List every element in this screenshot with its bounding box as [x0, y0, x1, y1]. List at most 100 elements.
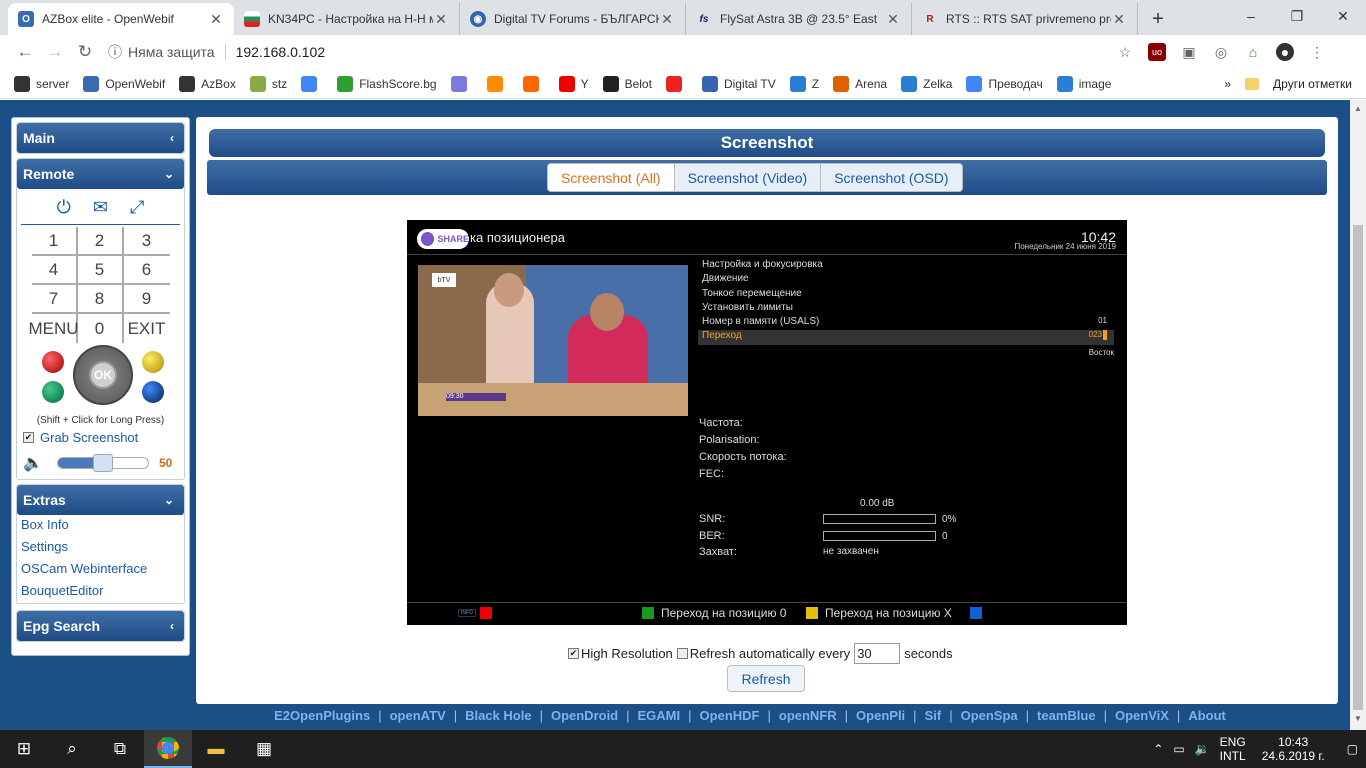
- refresh-button[interactable]: Refresh: [727, 665, 805, 692]
- language-indicator[interactable]: ENG INTL: [1220, 735, 1246, 763]
- scrollbar-thumb[interactable]: [1353, 225, 1363, 710]
- info-icon[interactable]: ⓘ: [108, 42, 122, 62]
- url-text[interactable]: 192.168.0.102: [236, 44, 326, 60]
- bookmark-item[interactable]: FlashScore.bg: [337, 75, 437, 92]
- key-4[interactable]: 4: [31, 256, 78, 285]
- extras-oscam-link[interactable]: OSCam Webinterface: [17, 559, 184, 581]
- bookmark-item[interactable]: Z: [789, 75, 819, 92]
- extras-settings-link[interactable]: Settings: [17, 537, 184, 559]
- extras-box-info-link[interactable]: Box Info: [17, 515, 184, 537]
- key-menu[interactable]: MENU: [28, 314, 79, 343]
- task-view-icon[interactable]: ⧉: [96, 730, 144, 768]
- footer-link[interactable]: OpenSpa: [961, 708, 1018, 723]
- epg-panel-header[interactable]: Epg Search ‹: [17, 611, 184, 641]
- bookmark-item[interactable]: Belot: [602, 75, 652, 92]
- bookmark-item[interactable]: [450, 75, 473, 92]
- forward-arrow-icon[interactable]: →: [40, 37, 70, 67]
- footer-link[interactable]: Sif: [925, 708, 942, 723]
- extension-circle-icon[interactable]: ◎: [1212, 43, 1230, 61]
- search-icon[interactable]: ⌕: [48, 730, 96, 768]
- footer-link[interactable]: teamBlue: [1037, 708, 1096, 723]
- ok-button[interactable]: OK: [89, 361, 117, 389]
- key-exit[interactable]: EXIT: [124, 314, 170, 343]
- bookmark-item[interactable]: OpenWebif: [83, 75, 165, 92]
- power-icon[interactable]: ⏻: [57, 197, 71, 218]
- notifications-icon[interactable]: ▢: [1347, 742, 1358, 756]
- taskbar-clock[interactable]: 10:43 24.6.2019 г.: [1262, 735, 1325, 763]
- bookmark-item[interactable]: [486, 75, 509, 92]
- extension-icon[interactable]: ▣: [1180, 43, 1198, 61]
- browser-tab-0[interactable]: O AZBox elite - OpenWebif ✕: [8, 3, 234, 35]
- close-tab-icon[interactable]: ✕: [208, 11, 224, 28]
- windows-start-icon[interactable]: ⊞: [0, 730, 48, 768]
- browser-tab-4[interactable]: R RTS :: RTS SAT privremeno prek ✕: [912, 3, 1138, 35]
- close-tab-icon[interactable]: ✕: [433, 11, 449, 28]
- yellow-key[interactable]: [142, 351, 164, 373]
- bookmark-item[interactable]: Arena: [833, 75, 887, 92]
- tab-screenshot-video[interactable]: Screenshot (Video): [675, 164, 822, 191]
- close-tab-icon[interactable]: ✕: [885, 11, 901, 28]
- bookmark-item[interactable]: stz: [249, 75, 287, 92]
- grab-screenshot-option[interactable]: ✔ Grab Screenshot: [23, 430, 184, 445]
- key-1[interactable]: 1: [31, 227, 78, 256]
- menu-dots-icon[interactable]: ⋮: [1308, 43, 1326, 61]
- volume-knob[interactable]: [93, 454, 113, 472]
- browser-tab-3[interactable]: fs FlySat Astra 3B @ 23.5° East ✕: [686, 3, 912, 35]
- bookmark-item[interactable]: [301, 75, 323, 92]
- bookmark-item[interactable]: [665, 75, 688, 92]
- avatar[interactable]: ●: [1276, 43, 1294, 61]
- scroll-down-icon[interactable]: ▼: [1354, 714, 1362, 723]
- grab-screenshot-checkbox[interactable]: ✔: [23, 432, 34, 443]
- footer-link[interactable]: EGAMI: [638, 708, 681, 723]
- footer-link[interactable]: OpenPli: [856, 708, 905, 723]
- back-arrow-icon[interactable]: ←: [10, 37, 40, 67]
- extras-panel-header[interactable]: Extras ⌄: [17, 485, 184, 515]
- red-key[interactable]: [42, 351, 64, 373]
- maximize-button[interactable]: ❐: [1274, 0, 1320, 32]
- footer-link[interactable]: openATV: [390, 708, 446, 723]
- page-scrollbar[interactable]: ▲ ▼: [1350, 100, 1366, 730]
- speaker-icon[interactable]: 🔉: [1195, 742, 1210, 756]
- minimize-button[interactable]: –: [1228, 0, 1274, 32]
- other-bookmarks[interactable]: Други отметки: [1273, 77, 1352, 91]
- bookmark-item[interactable]: Y: [558, 75, 589, 92]
- key-8[interactable]: 8: [77, 285, 124, 314]
- network-icon[interactable]: ▭: [1173, 742, 1184, 756]
- star-icon[interactable]: ☆: [1116, 43, 1134, 61]
- high-res-checkbox[interactable]: ✔: [568, 648, 579, 659]
- browser-tab-1[interactable]: KN34PC - Настройка на H-H м ✕: [234, 3, 460, 35]
- footer-link[interactable]: OpenHDF: [700, 708, 760, 723]
- volume-slider[interactable]: [57, 454, 149, 472]
- close-tab-icon[interactable]: ✕: [659, 11, 675, 28]
- new-tab-button[interactable]: +: [1144, 5, 1172, 33]
- scroll-up-icon[interactable]: ▲: [1354, 104, 1362, 113]
- footer-link[interactable]: Black Hole: [465, 708, 531, 723]
- home-icon[interactable]: ⌂: [1244, 43, 1262, 61]
- key-6[interactable]: 6: [123, 256, 170, 285]
- key-2[interactable]: 2: [77, 227, 124, 256]
- chrome-icon[interactable]: [144, 730, 192, 768]
- bookmark-item[interactable]: Digital TV: [701, 75, 776, 92]
- key-3[interactable]: 3: [123, 227, 170, 256]
- calculator-icon[interactable]: ▦: [240, 730, 288, 768]
- fullscreen-icon[interactable]: ⤢: [130, 197, 144, 218]
- refresh-interval-input[interactable]: 30: [854, 643, 901, 664]
- reload-icon[interactable]: ↻: [70, 37, 100, 67]
- footer-link[interactable]: openNFR: [779, 708, 837, 723]
- footer-link[interactable]: E2OpenPlugins: [274, 708, 370, 723]
- bookmark-item[interactable]: AzBox: [179, 75, 236, 92]
- blue-key[interactable]: [142, 381, 164, 403]
- bookmark-item[interactable]: server: [14, 75, 69, 92]
- bookmark-item[interactable]: Преводач: [966, 75, 1043, 92]
- bookmark-item[interactable]: Zelka: [901, 75, 952, 92]
- tab-screenshot-osd[interactable]: Screenshot (OSD): [821, 164, 961, 191]
- footer-link[interactable]: OpenDroid: [551, 708, 618, 723]
- chevron-up-icon[interactable]: ⌃: [1153, 742, 1163, 756]
- key-9[interactable]: 9: [123, 285, 170, 314]
- auto-refresh-checkbox[interactable]: [676, 648, 688, 659]
- bookmark-item[interactable]: [522, 75, 545, 92]
- close-window-button[interactable]: ✕: [1320, 0, 1366, 32]
- bookmark-item[interactable]: image: [1056, 75, 1111, 92]
- ublock-icon[interactable]: uo: [1148, 43, 1166, 61]
- extras-bouquet-editor-link[interactable]: BouquetEditor: [17, 581, 184, 603]
